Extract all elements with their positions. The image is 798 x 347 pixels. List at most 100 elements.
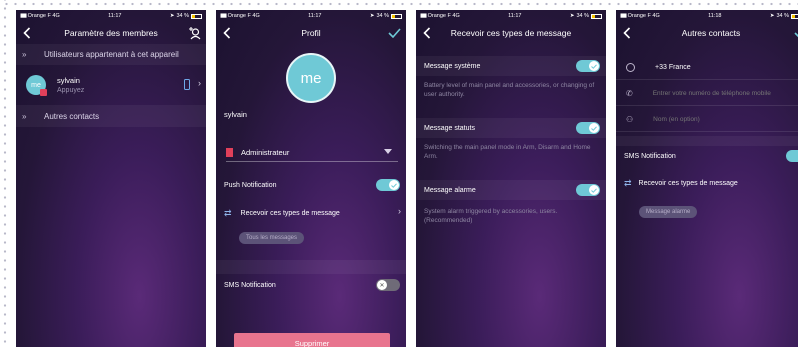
- section-separator: [616, 136, 798, 146]
- section-device-users[interactable]: » Utilisateurs appartenant à cet apparei…: [16, 44, 206, 65]
- battery-icon: [591, 13, 602, 19]
- bookmark-icon: [226, 148, 233, 157]
- receive-types-row[interactable]: ⇄ Recevoir ces types de message ›: [216, 204, 406, 222]
- avatar: me: [26, 75, 47, 96]
- message-type-label: Message alarme: [424, 186, 476, 194]
- back-chevron-icon[interactable]: [620, 25, 634, 41]
- message-type-description: Battery level of main panel and accessor…: [424, 82, 595, 98]
- message-type-item: Message alarme System alarm triggered by…: [416, 180, 606, 242]
- carrier-label: ▮▮▮ Orange F 4G: [20, 13, 60, 19]
- delete-button-label: Supprimer: [294, 339, 330, 347]
- screen-profile: ▮▮▮ Orange F 4G 11:17 ➤ 34 % Profil me sy…: [216, 10, 406, 347]
- message-types-icon: ⇄: [624, 177, 632, 188]
- user-row[interactable]: me sylvain Appuyez ›: [16, 65, 206, 105]
- message-type-description: Switching the main panel mode in Arm, Di…: [424, 144, 591, 160]
- name-input[interactable]: [653, 116, 794, 123]
- back-chevron-icon[interactable]: [20, 25, 34, 41]
- chevron-right-icon: ›: [398, 206, 401, 216]
- message-type-label: Message statuts: [424, 124, 475, 132]
- page-title: Profil: [301, 28, 321, 38]
- clock: 11:18: [708, 13, 722, 19]
- screen-member-settings: ▮▮▮ Orange F 4G 11:17 ➤ 34 % Paramètre de…: [16, 10, 206, 347]
- battery-status: ➤ 34 %: [370, 13, 402, 19]
- add-user-icon[interactable]: [186, 25, 202, 41]
- back-chevron-icon[interactable]: [220, 25, 234, 41]
- status-bar: ▮▮▮ Orange F 4G 11:17 ➤ 34 %: [16, 10, 206, 22]
- role-label: Administrateur: [241, 148, 290, 157]
- phone-input[interactable]: [652, 90, 793, 97]
- section-title: Utilisateurs appartenant à cet appareil: [44, 50, 179, 59]
- dotted-border-top: [0, 0, 798, 8]
- battery-status: ➤ 34 %: [770, 13, 798, 19]
- dotted-border-left: [0, 0, 10, 347]
- user-subtitle: Appuyez: [57, 87, 85, 94]
- page-title: Autres contacts: [681, 28, 741, 38]
- receive-types-row[interactable]: ⇄ Recevoir ces types de message ›: [616, 174, 798, 192]
- carrier-label: ▮▮▮ Orange F 4G: [420, 13, 460, 19]
- delete-button[interactable]: Supprimer: [234, 333, 390, 347]
- sms-notification-row: SMS Notification: [616, 147, 798, 165]
- section-other-contacts[interactable]: » Autres contacts: [16, 105, 206, 127]
- message-types-icon: ⇄: [224, 207, 232, 218]
- double-chevron-icon: »: [22, 111, 27, 121]
- section-title: Autres contacts: [44, 111, 100, 121]
- carrier-label: ▮▮▮ Orange F 4G: [620, 13, 660, 19]
- receive-types-pill: Message alarme: [639, 206, 698, 218]
- sms-notification-row: SMS Notification ✕: [216, 276, 406, 294]
- nav-bar: Paramètre des membres: [16, 22, 206, 44]
- nav-bar: Autres contacts: [616, 22, 798, 44]
- push-notification-label: Push Notification: [224, 181, 277, 189]
- receive-types-label: Recevoir ces types de message: [638, 179, 738, 187]
- clock: 11:17: [308, 13, 322, 19]
- message-type-toggle[interactable]: [576, 60, 600, 72]
- user-name: sylvain: [57, 76, 80, 85]
- admin-badge-icon: [40, 89, 47, 96]
- chevron-right-icon: ›: [198, 78, 201, 88]
- profile-avatar[interactable]: me: [286, 53, 336, 103]
- status-bar: ▮▮▮ Orange F 4G 11:18 ➤ 34 %: [616, 10, 798, 22]
- receive-types-label: Recevoir ces types de message: [240, 209, 340, 217]
- sms-notification-toggle[interactable]: [786, 150, 798, 162]
- battery-icon: [191, 13, 202, 19]
- sms-notification-label: SMS Notification: [224, 281, 276, 289]
- back-chevron-icon[interactable]: [420, 25, 434, 41]
- check-icon[interactable]: [386, 25, 402, 41]
- message-type-item: Message système Battery level of main pa…: [416, 56, 606, 118]
- clock: 11:17: [508, 13, 522, 19]
- screen-other-contacts: ▮▮▮ Orange F 4G 11:18 ➤ 34 % Autres conta…: [616, 10, 798, 347]
- message-type-item: Message statuts Switching the main panel…: [416, 118, 606, 180]
- sms-notification-toggle[interactable]: ✕: [376, 279, 400, 291]
- role-dropdown[interactable]: Administrateur: [226, 144, 398, 162]
- phone-input-row: ✆: [616, 82, 798, 106]
- dropdown-triangle-icon: [384, 149, 392, 154]
- section-separator: [216, 260, 406, 274]
- country-select[interactable]: +33 France ›: [616, 56, 798, 80]
- battery-icon: [791, 13, 798, 19]
- phone-device-icon: [184, 79, 190, 90]
- double-chevron-icon: »: [22, 50, 27, 59]
- battery-status: ➤ 34 %: [170, 13, 202, 19]
- battery-icon: [391, 13, 402, 19]
- status-bar: ▮▮▮ Orange F 4G 11:17 ➤ 34 %: [416, 10, 606, 22]
- profile-name: sylvain: [224, 110, 247, 119]
- globe-icon: [626, 63, 635, 72]
- check-icon[interactable]: [792, 25, 798, 41]
- clock: 11:17: [108, 13, 122, 19]
- carrier-label: ▮▮▮ Orange F 4G: [220, 13, 260, 19]
- push-notification-toggle[interactable]: [376, 179, 400, 191]
- sms-notification-label: SMS Notification: [624, 152, 676, 160]
- message-type-toggle[interactable]: [576, 184, 600, 196]
- screen-message-types: ▮▮▮ Orange F 4G 11:17 ➤ 34 % Recevoir ces…: [416, 10, 606, 347]
- status-bar: ▮▮▮ Orange F 4G 11:17 ➤ 34 %: [216, 10, 406, 22]
- message-type-toggle[interactable]: [576, 122, 600, 134]
- phone-icon: ✆: [626, 89, 633, 98]
- battery-status: ➤ 34 %: [570, 13, 602, 19]
- message-type-description: System alarm triggered by accessories, u…: [424, 208, 558, 224]
- page-title: Paramètre des membres: [64, 28, 158, 38]
- message-type-label: Message système: [424, 62, 481, 70]
- nav-bar: Recevoir ces types de message: [416, 22, 606, 44]
- nav-bar: Profil: [216, 22, 406, 44]
- receive-types-pill: Tous les messages: [239, 232, 305, 244]
- person-icon: ⚇: [626, 115, 634, 124]
- name-input-row: ⚇: [616, 108, 798, 132]
